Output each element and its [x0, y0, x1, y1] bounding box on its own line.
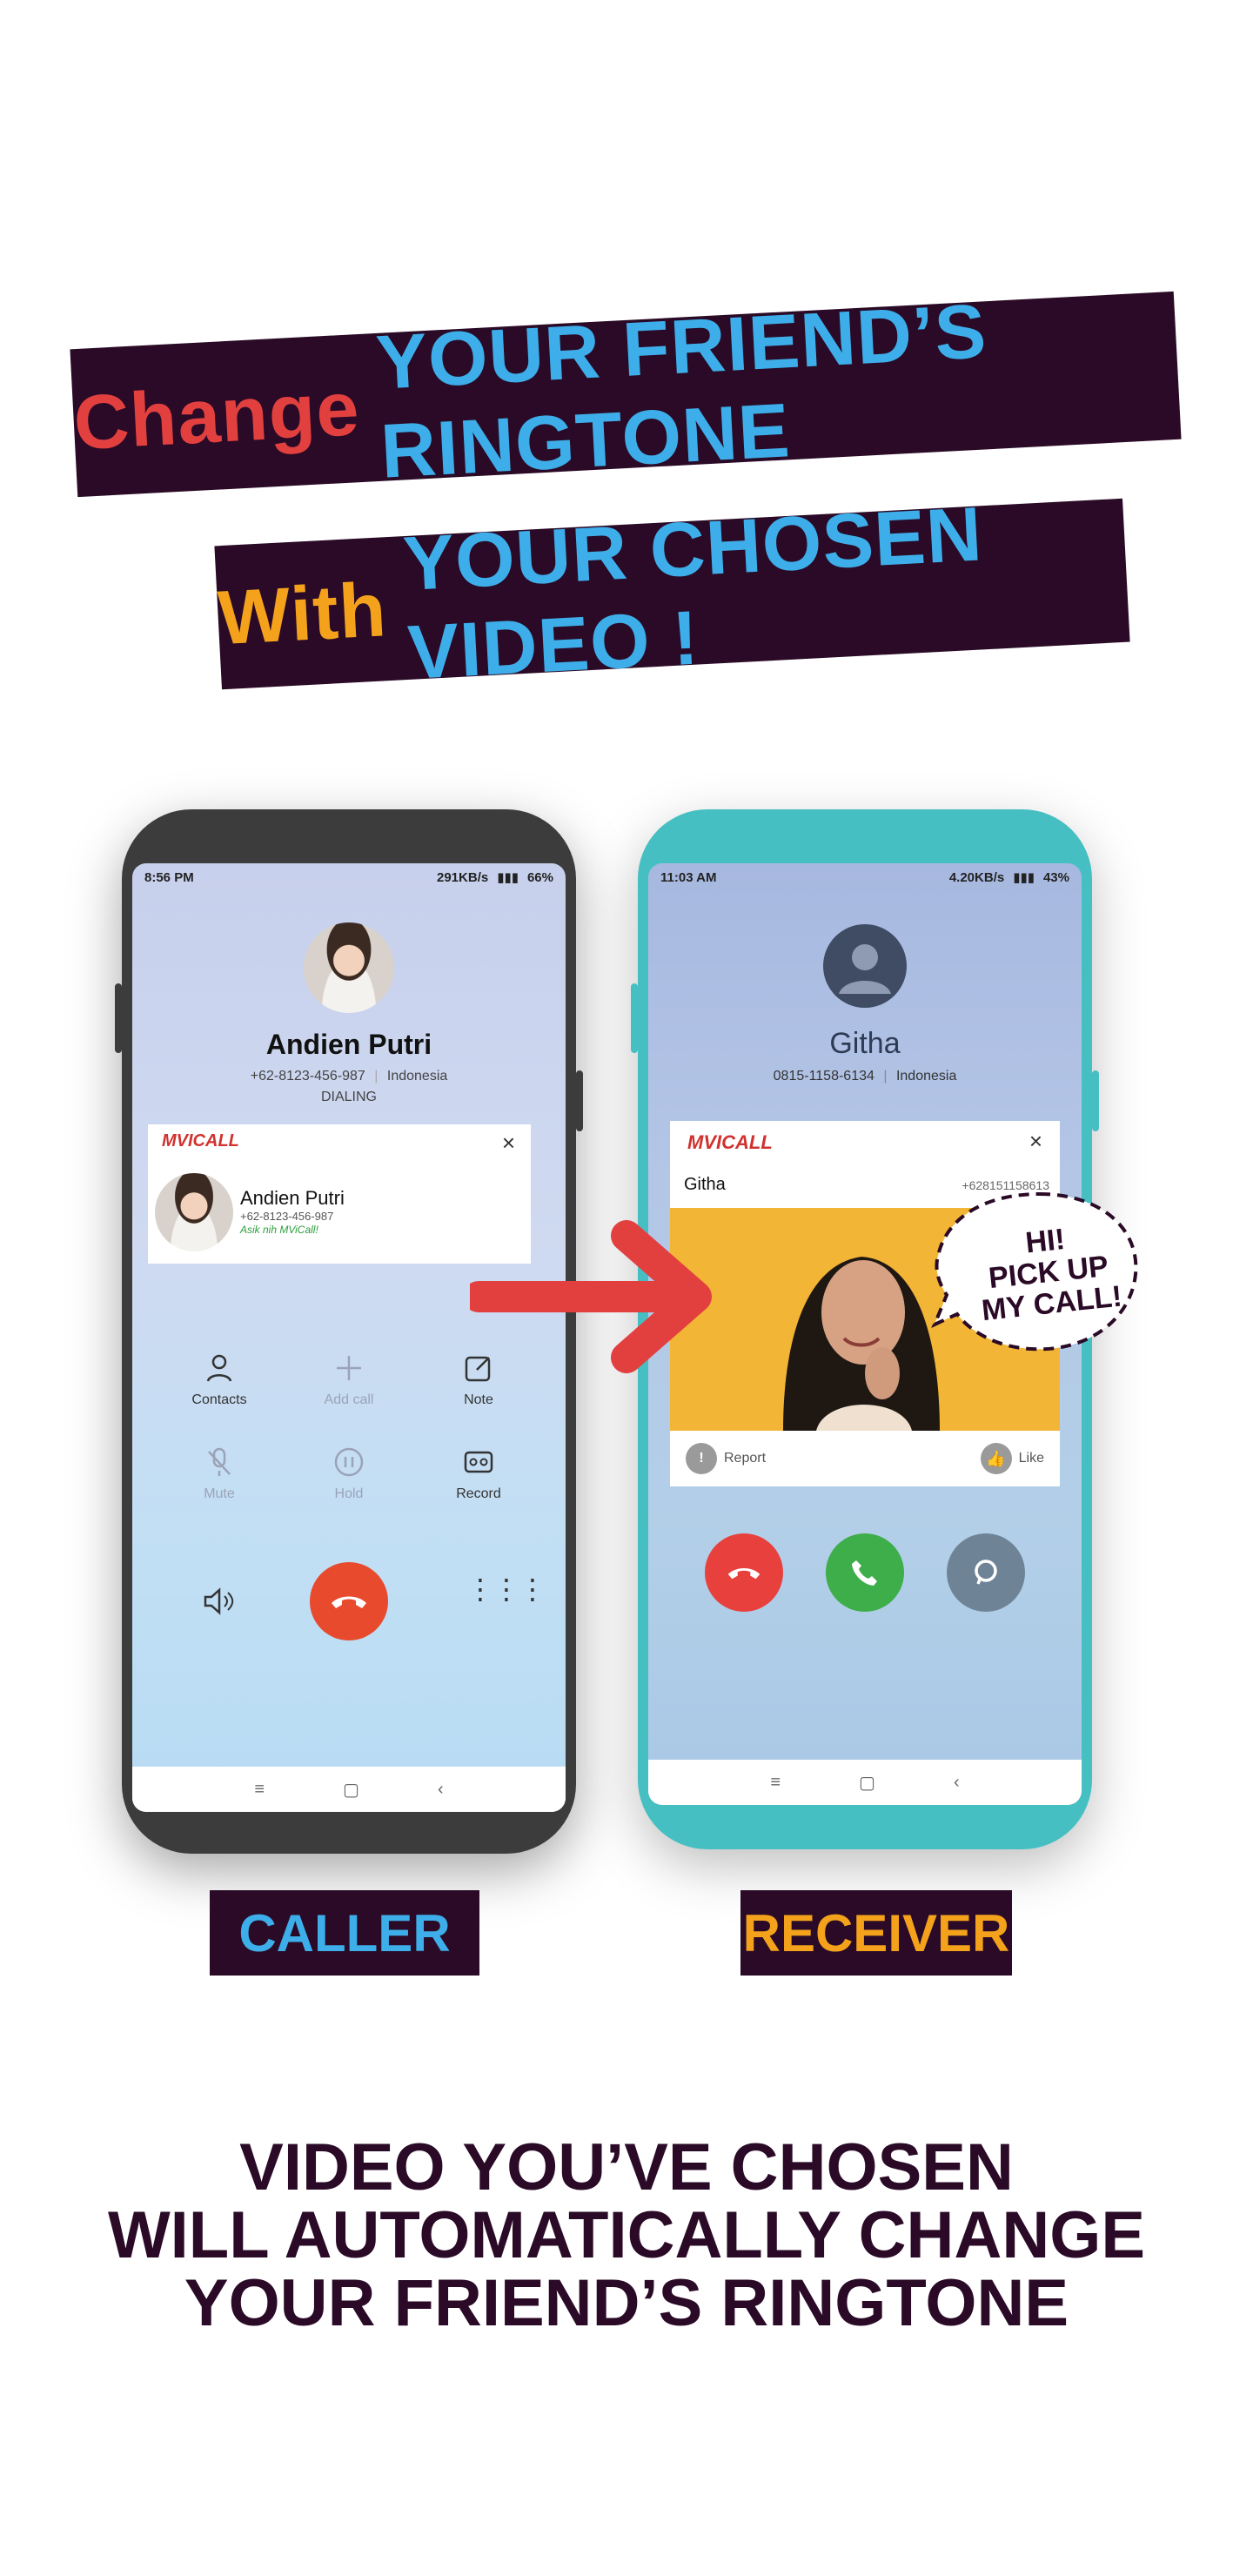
answer-call-button[interactable] — [826, 1533, 904, 1612]
chat-bubble-icon — [975, 1560, 997, 1585]
like-label: Like — [1018, 1451, 1044, 1466]
record-button[interactable]: Record — [426, 1445, 531, 1502]
phone-hangup-icon — [332, 1596, 366, 1608]
add-call-label: Add call — [324, 1392, 374, 1407]
headline-with-word: With — [216, 565, 389, 661]
signal-icon: ▮▮▮ — [1013, 870, 1035, 885]
contact-name: Andien Putri — [265, 1029, 432, 1060]
status-time: 11:03 AM — [660, 869, 717, 885]
phone-side-button — [1092, 1070, 1099, 1131]
home-icon[interactable]: ▢ — [343, 1779, 359, 1801]
contact-number-row: 0815-1158-6134 | Indonesia — [773, 1069, 957, 1083]
battery-level: 66% — [526, 869, 553, 885]
contact-number: 0815-1158-6134 — [773, 1069, 874, 1083]
person-silhouette-icon — [839, 944, 891, 994]
card-tagline: Asik nih MViCall! — [240, 1224, 318, 1236]
navigation-bar: ≡ ▢ ‹ — [132, 1767, 566, 1812]
signal-icon: ▮▮▮ — [497, 870, 519, 885]
card-name: Andien Putri — [240, 1187, 345, 1209]
contact-avatar — [304, 922, 394, 1013]
mic-off-icon — [208, 1447, 231, 1476]
home-icon[interactable]: ▢ — [859, 1772, 875, 1794]
dialpad-icon[interactable]: ⋮⋮⋮ — [466, 1575, 546, 1603]
contact-country: Indonesia — [895, 1069, 957, 1083]
headline-banner-2: With YOUR CHOSEN VIDEO ! — [214, 490, 1130, 694]
card-actions: ! Report 👍 Like — [670, 1431, 1060, 1486]
message-reply-button[interactable] — [947, 1533, 1025, 1612]
phone-side-button — [631, 983, 638, 1053]
phone-side-button — [576, 1070, 583, 1131]
contacts-label: Contacts — [191, 1392, 247, 1407]
alert-icon: ! — [686, 1443, 717, 1474]
person-icon — [206, 1354, 232, 1382]
headline-banner-1: Change YOUR FRIEND’S RINGTONE — [70, 287, 1182, 498]
status-time: 8:56 PM — [144, 869, 194, 885]
report-button[interactable]: ! Report — [686, 1443, 766, 1474]
default-contact-avatar — [823, 924, 907, 1008]
contact-country: Indonesia — [386, 1069, 448, 1083]
call-state: DIALING — [320, 1090, 377, 1104]
contact-number-row: +62-8123-456-987 | Indonesia — [250, 1069, 448, 1083]
hold-label: Hold — [334, 1486, 364, 1501]
plus-icon — [337, 1356, 361, 1380]
card-avatar — [155, 1173, 233, 1251]
pause-icon — [334, 1447, 364, 1477]
arrow-right-icon — [470, 1220, 712, 1373]
close-icon[interactable]: × — [1029, 1128, 1042, 1155]
footer-line-2: WILL AUTOMATICALLY CHANGE — [107, 2198, 1146, 2272]
mvicall-logo: MVICALL — [687, 1131, 773, 1153]
record-tape-icon — [464, 1451, 493, 1473]
footer-line-1: VIDEO YOU’VE CHOSEN — [239, 2130, 1014, 2204]
network-speed: 4.20KB/s — [948, 869, 1005, 885]
headline-line1-rest: YOUR FRIEND’S RINGTONE — [373, 287, 989, 494]
footer-text: VIDEO YOU’VE CHOSEN WILL AUTOMATICALLY C… — [0, 2134, 1253, 2338]
mute-button[interactable]: Mute — [167, 1445, 271, 1502]
card-name: Githa — [684, 1175, 726, 1194]
contact-name: Githa — [829, 1027, 901, 1060]
thumbs-up-icon: 👍 — [980, 1443, 1012, 1474]
speaker-icon[interactable] — [200, 1584, 235, 1623]
speech-bubble-text: HI! PICK UP MY CALL! — [953, 1216, 1144, 1328]
mute-label: Mute — [204, 1486, 235, 1501]
end-call-button[interactable] — [310, 1562, 388, 1640]
footer-line-3: YOUR FRIEND’S RINGTONE — [184, 2266, 1069, 2340]
phone-hangup-icon — [727, 1567, 761, 1580]
caller-label: CALLER — [210, 1890, 479, 1976]
contact-number: +62-8123-456-987 — [250, 1069, 365, 1083]
report-label: Report — [724, 1451, 767, 1466]
speech-bubble: HI! PICK UP MY CALL! — [931, 1184, 1149, 1375]
decline-call-button[interactable] — [705, 1533, 783, 1612]
close-icon[interactable]: × — [502, 1130, 515, 1157]
network-speed: 291KB/s — [437, 869, 489, 885]
menu-icon[interactable]: ≡ — [770, 1773, 781, 1793]
navigation-bar: ≡ ▢ ‹ — [648, 1760, 1082, 1805]
note-label: Note — [464, 1392, 493, 1407]
menu-icon[interactable]: ≡ — [254, 1780, 265, 1800]
card-number: +62-8123-456-987 — [240, 1210, 334, 1223]
battery-level: 43% — [1042, 869, 1069, 885]
add-call-button[interactable]: Add call — [297, 1351, 401, 1408]
phone-side-button — [115, 983, 122, 1053]
contacts-button[interactable]: Contacts — [167, 1351, 271, 1408]
headline-change-word: Change — [71, 365, 362, 466]
receiver-label: RECEIVER — [740, 1890, 1012, 1976]
phone-answer-icon — [852, 1560, 877, 1586]
back-icon[interactable]: ‹ — [954, 1773, 960, 1793]
status-bar: 8:56 PM 291KB/s ▮▮▮ 66% — [132, 863, 566, 891]
status-bar: 11:03 AM 4.20KB/s ▮▮▮ 43% — [648, 863, 1082, 891]
back-icon[interactable]: ‹ — [438, 1780, 444, 1800]
mvicall-logo: MVICALL — [162, 1131, 239, 1150]
like-button[interactable]: 👍 Like — [980, 1443, 1044, 1474]
headline-line2-rest: YOUR CHOSEN VIDEO ! — [400, 489, 985, 695]
hold-button[interactable]: Hold — [297, 1445, 401, 1502]
record-label: Record — [456, 1486, 501, 1501]
